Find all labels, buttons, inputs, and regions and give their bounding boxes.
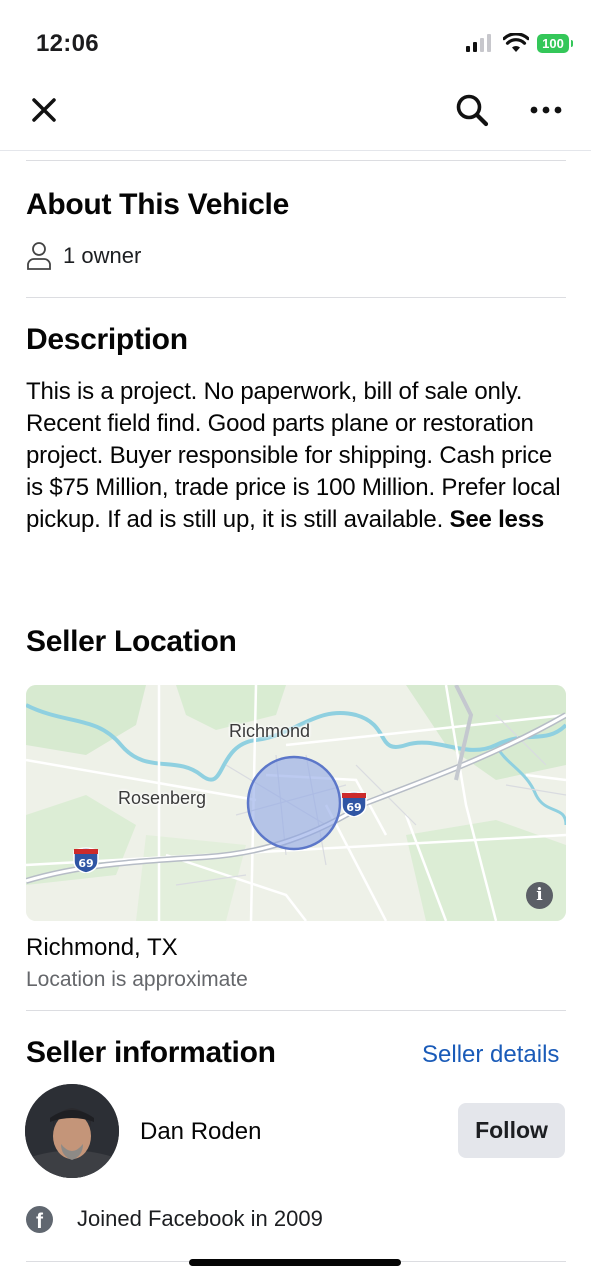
see-less-link[interactable]: See less [450, 506, 545, 533]
avatar-portrait [25, 1084, 119, 1178]
section-divider [26, 1010, 566, 1011]
seller-details-link[interactable]: Seller details [422, 1041, 559, 1069]
location-map[interactable]: 69 69 Richmond Rosenberg i [26, 685, 566, 921]
section-divider [26, 160, 566, 161]
battery-indicator: 100 [537, 34, 573, 53]
section-divider [26, 297, 566, 298]
seller-avatar[interactable] [25, 1084, 119, 1178]
seller-location-title: Seller Location [26, 625, 237, 658]
search-icon[interactable] [454, 92, 490, 128]
wifi-icon [503, 33, 529, 52]
map-label-richmond: Richmond [229, 721, 311, 741]
cellular-signal-icon [466, 34, 492, 52]
seller-name[interactable]: Dan Roden [140, 1118, 261, 1146]
follow-button[interactable]: Follow [458, 1103, 565, 1158]
map-label-rosenberg: Rosenberg [118, 788, 207, 808]
interstate-shield-east-label: 69 [346, 801, 361, 814]
owner-count: 1 owner [63, 243, 142, 268]
home-indicator[interactable] [189, 1259, 401, 1266]
nav-divider [0, 150, 591, 151]
info-icon[interactable]: i [526, 882, 553, 909]
interstate-shield-east: 69 [341, 791, 367, 817]
seller-information-title: Seller information [26, 1036, 276, 1069]
status-time: 12:06 [36, 30, 99, 57]
facebook-icon: f [26, 1206, 53, 1233]
interstate-shield-west-label: 69 [78, 857, 93, 870]
location-city: Richmond, TX [26, 934, 178, 961]
person-icon [27, 242, 51, 270]
close-icon[interactable] [28, 94, 60, 126]
location-note: Location is approximate [26, 968, 248, 991]
description-title: Description [26, 323, 188, 356]
more-dots-icon[interactable] [526, 100, 566, 120]
about-vehicle-title: About This Vehicle [26, 188, 289, 221]
interstate-shield-west: 69 [73, 847, 99, 873]
description-text: This is a project. No paperwork, bill of… [26, 376, 571, 536]
joined-facebook-text: Joined Facebook in 2009 [77, 1206, 323, 1231]
